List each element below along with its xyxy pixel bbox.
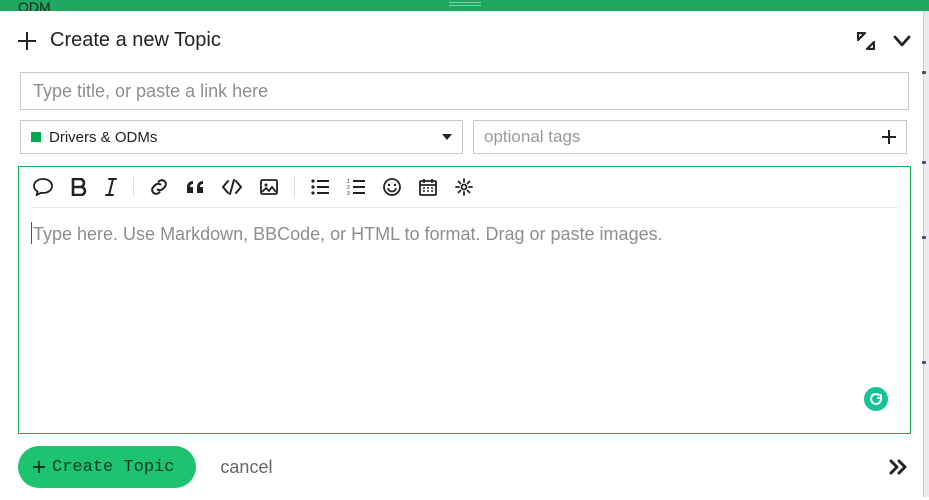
caret-down-icon <box>442 134 452 140</box>
fullscreen-icon[interactable] <box>857 32 875 50</box>
image-icon[interactable] <box>260 179 278 195</box>
composer-footer: Create Topic cancel <box>18 446 911 488</box>
composer-resize-bar[interactable] <box>0 0 929 11</box>
create-topic-label: Create Topic <box>52 458 174 477</box>
editor-container: 123 Type here. Use Markdown, BBCode, or … <box>18 166 911 434</box>
topic-title-input[interactable] <box>20 72 909 110</box>
grip-handle-icon <box>449 2 481 8</box>
toolbar-separator <box>133 177 134 197</box>
composer-title: Create a new Topic <box>50 29 843 52</box>
category-label: Drivers & ODMs <box>49 129 434 146</box>
editor-textarea[interactable]: Type here. Use Markdown, BBCode, or HTML… <box>19 208 910 433</box>
calendar-icon[interactable] <box>419 178 437 196</box>
editor-toolbar: 123 <box>19 167 910 207</box>
text-cursor <box>31 222 32 244</box>
blockquote-icon[interactable] <box>186 180 204 194</box>
category-color-swatch <box>31 132 41 142</box>
composer-panel: Create a new Topic Drivers & ODMs option… <box>18 11 911 500</box>
chevron-down-icon[interactable] <box>893 32 911 50</box>
background-scrollbar <box>923 11 929 497</box>
plus-icon <box>882 130 896 144</box>
composer-header: Create a new Topic <box>18 29 911 52</box>
svg-text:3: 3 <box>347 191 350 195</box>
tags-placeholder: optional tags <box>484 127 874 147</box>
plus-icon <box>18 32 36 50</box>
create-topic-button[interactable]: Create Topic <box>18 446 196 488</box>
tags-select[interactable]: optional tags <box>473 120 907 154</box>
gear-icon[interactable] <box>455 178 473 196</box>
collapse-composer-icon[interactable] <box>889 459 911 475</box>
italic-icon[interactable] <box>105 178 117 196</box>
toolbar-separator <box>294 177 295 197</box>
emoji-icon[interactable] <box>383 178 401 196</box>
quote-bubble-icon[interactable] <box>33 178 53 196</box>
link-icon[interactable] <box>150 178 168 196</box>
numbered-list-icon[interactable]: 123 <box>347 179 365 195</box>
code-icon[interactable] <box>222 179 242 195</box>
plus-icon <box>32 460 46 474</box>
bold-icon[interactable] <box>71 178 87 196</box>
cancel-button[interactable]: cancel <box>220 457 272 478</box>
editor-placeholder: Type here. Use Markdown, BBCode, or HTML… <box>33 224 896 245</box>
grammarly-icon[interactable] <box>864 387 888 411</box>
bullet-list-icon[interactable] <box>311 179 329 195</box>
category-select[interactable]: Drivers & ODMs <box>20 120 463 154</box>
